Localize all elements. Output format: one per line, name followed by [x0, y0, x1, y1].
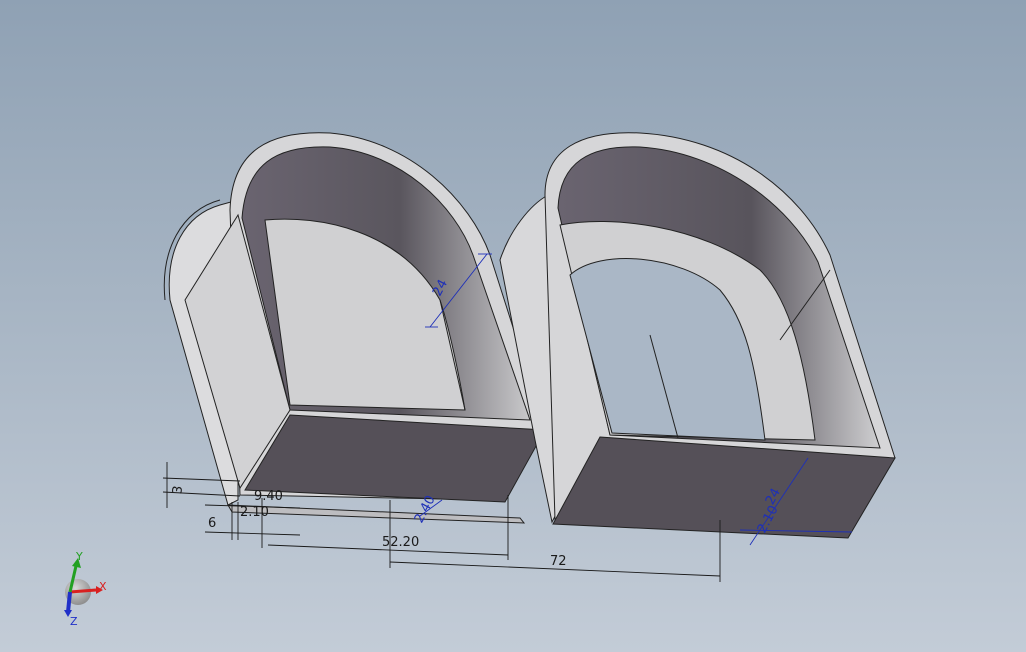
triad-y-label: Y — [75, 550, 83, 563]
triad-z-axis — [66, 591, 72, 613]
model-scene[interactable]: 24 24 3 9.40 6 2.10 2.40 52.20 72 2.10 X… — [0, 0, 1026, 652]
left-front-dark-face — [244, 414, 546, 503]
left-part[interactable] — [163, 132, 546, 524]
dim-total-length[interactable]: 72 — [550, 554, 567, 569]
axis-triad[interactable]: X Y Z — [64, 550, 107, 628]
dim-left-small-b[interactable]: 9.40 — [254, 489, 283, 504]
triad-z-label: Z — [70, 615, 78, 628]
dim-left-small-d[interactable]: 2.10 — [240, 505, 269, 520]
cad-viewport[interactable]: 24 24 3 9.40 6 2.10 2.40 52.20 72 2.10 X… — [0, 0, 1026, 652]
right-part[interactable] — [499, 132, 896, 539]
dim-left-small-c[interactable]: 6 — [208, 516, 216, 531]
triad-x-axis — [69, 588, 97, 594]
triad-x-label: X — [99, 580, 107, 593]
dim-left-small-a[interactable]: 3 — [170, 485, 186, 495]
dim-left-length[interactable]: 52.20 — [382, 535, 419, 550]
left-bottom-plate — [227, 504, 526, 524]
